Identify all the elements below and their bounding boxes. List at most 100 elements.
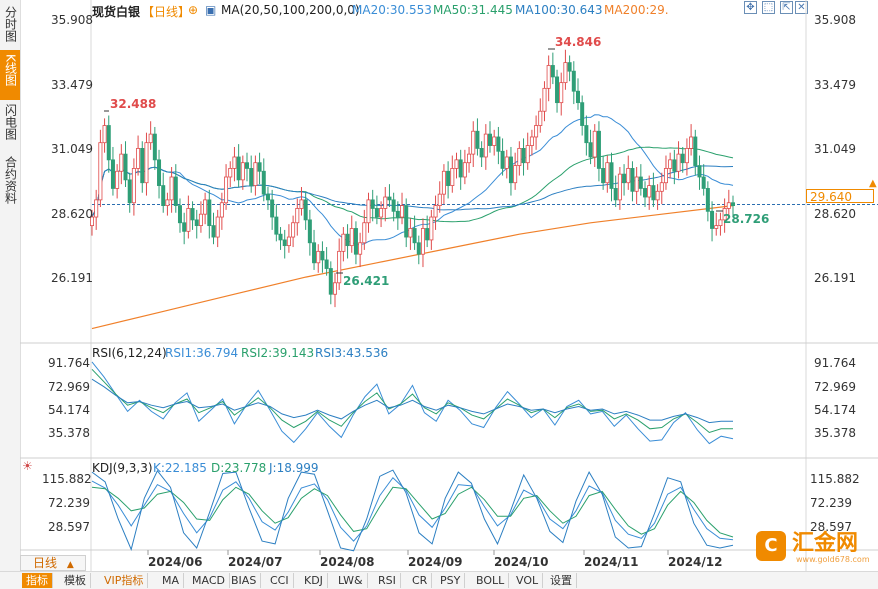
candle-body [697,165,702,178]
candle-body [596,130,601,169]
tab-vol[interactable]: VOL [512,573,544,588]
candle-body [601,168,606,184]
candle-body [701,176,706,189]
x-tick: 2024/06 [148,555,203,569]
current-price-tag: 29.640 [806,189,874,204]
candle-body [173,176,178,206]
candle-body [152,133,157,161]
candle-body [580,102,585,126]
period-high-label: 34.846 [555,35,602,49]
tab-vip-indicators[interactable]: VIP指标 [100,573,149,588]
candle-body [647,185,652,198]
candle-body [320,250,325,261]
candle-body [337,250,342,284]
candle-body [684,148,689,164]
candle-body [575,90,580,104]
rsi-tick-left: 54.174 [48,403,90,417]
candle-body [131,168,136,204]
tab-templates[interactable]: 模板 [60,573,91,588]
candle-body [144,142,149,184]
candle-body [270,199,275,218]
candle-body [94,199,99,218]
candle-body [479,148,484,158]
candle-body [278,233,283,241]
candle-body [517,148,522,166]
tab-ma[interactable]: MA [158,573,185,588]
tab-boll[interactable]: BOLL [472,573,510,588]
tab-bias[interactable]: BIAS [227,573,262,588]
candle-body [177,205,182,224]
candle-body [219,202,224,218]
candle-body [169,176,174,201]
candle-body [617,173,622,201]
price-marker-icon: ▲ [869,178,877,189]
candle-body [475,130,480,149]
candle-body [215,216,220,238]
y-tick-right: 31.049 [814,142,856,156]
candle-body [718,219,723,227]
candle-body [605,162,610,184]
candle-body [651,185,656,201]
candle-body [307,219,312,244]
candle-body [198,213,203,227]
tab-settings[interactable]: 设置 [546,573,577,588]
y-tick-left: 26.191 [51,271,93,285]
candle-body [379,208,384,218]
x-tick: 2024/07 [228,555,283,569]
candle-body [140,148,145,184]
candle-body [148,133,153,144]
early-high-label: 32.488 [110,97,157,111]
tab-lw[interactable]: LW& [334,573,368,588]
candle-body [249,168,254,186]
tab-cci[interactable]: CCI [266,573,294,588]
candle-body [622,173,627,184]
tab-cr[interactable]: CR [408,573,433,588]
candle-body [567,62,572,72]
candle-body [253,162,258,186]
logo-text: 汇金网 [792,531,859,556]
candle-body [299,199,304,209]
candle-body [282,239,287,247]
candle-body [324,259,329,269]
candle-body [483,133,488,158]
candle-body [710,210,715,229]
tab-psy[interactable]: PSY [436,573,466,588]
candle-body [429,216,434,241]
candle-body [496,136,501,152]
rsi-series-line-2 [91,368,733,434]
kline-chart-app: 分时图 K线图 闪电图 合约资料 现货白银 【日线】 ⊕ ▣ MA(20,50,… [0,0,878,589]
candle-body [634,176,639,192]
candle-body [626,168,631,184]
candle-body [471,130,476,155]
kdj-series-line-j [91,469,734,552]
candle-body [416,242,421,255]
candle-body [638,176,643,189]
kdj-settings-icon[interactable]: ☀ [22,459,33,473]
candle-body [546,65,551,89]
candle-body [446,170,451,186]
chevron-up-icon: ▲ [66,560,74,570]
candle-body [655,190,660,201]
chart-canvas [20,0,878,571]
candle-body [228,168,233,178]
period-selector[interactable]: 日线 ▲ [20,555,86,571]
tab-indicators[interactable]: 指标 [22,573,53,588]
candle-body [312,242,317,264]
tab-kdj[interactable]: KDJ [300,573,328,588]
candle-body [291,222,296,238]
x-tick: 2024/10 [494,555,549,569]
tab-rsi[interactable]: RSI [374,573,401,588]
candle-body [257,162,262,172]
tab-macd[interactable]: MACD [188,573,230,588]
candle-body [588,142,593,158]
candle-body [328,268,333,295]
candle-body [508,156,513,184]
candle-body [441,170,446,195]
kdj-k-value: K:22.185 [153,461,207,475]
candle-body [303,199,308,221]
candle-body [98,142,103,201]
y-tick-right: 33.479 [814,78,856,92]
candle-body [404,205,409,238]
candle-body [663,168,668,184]
rsi1-value: RSI1:36.794 [165,346,239,360]
